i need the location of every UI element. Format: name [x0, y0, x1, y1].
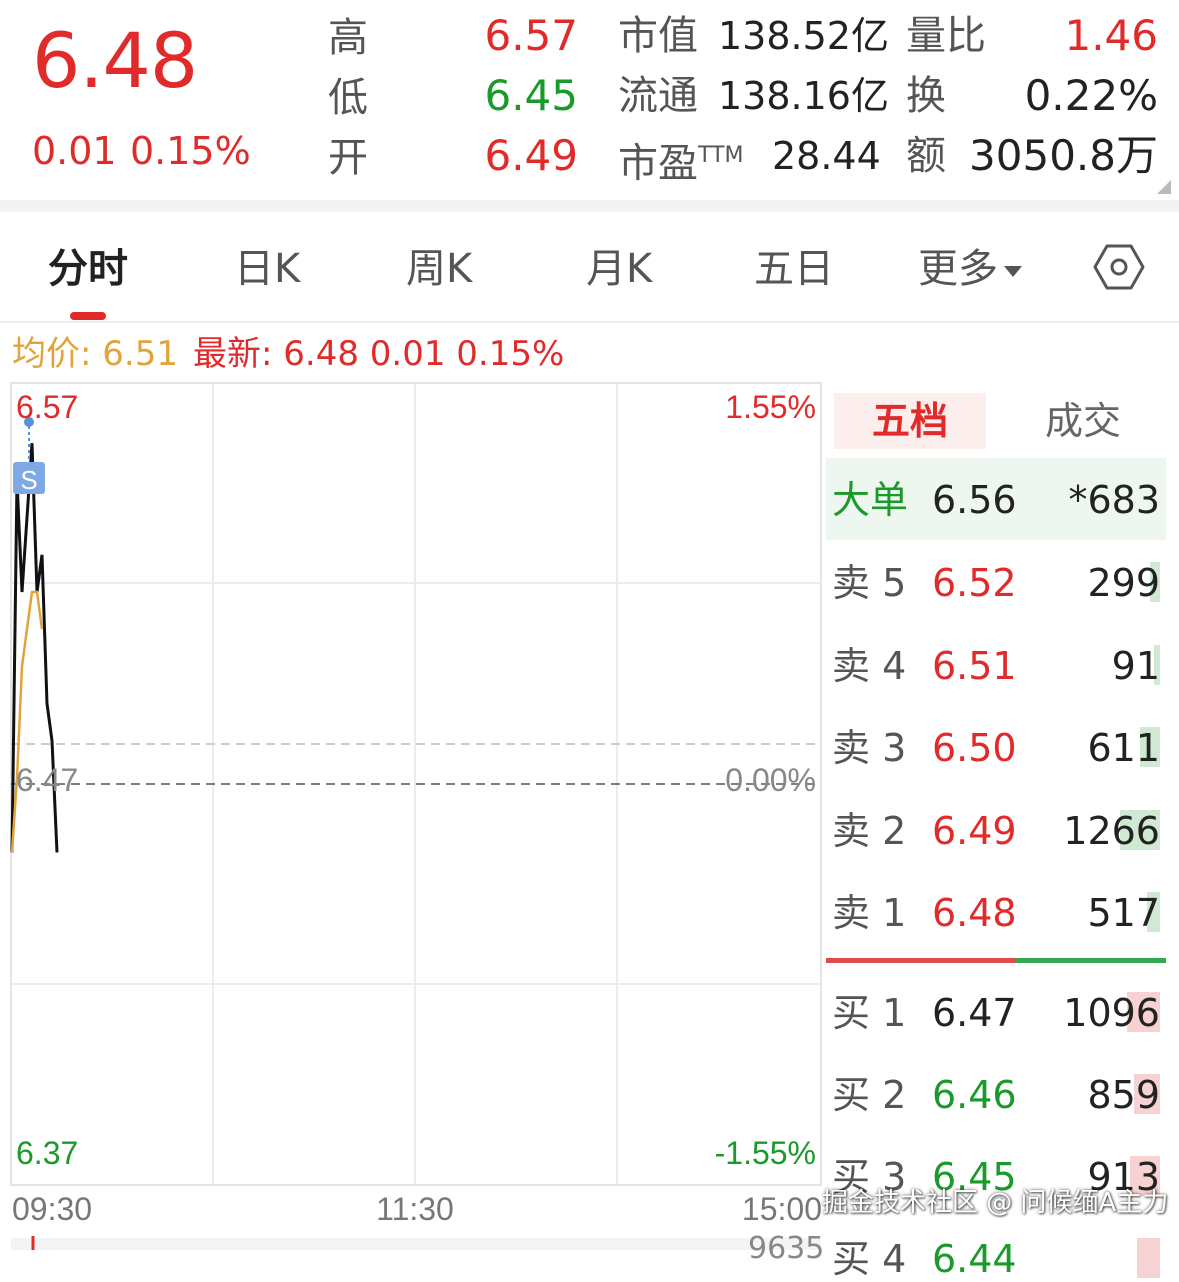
- tab-daily-k[interactable]: 日K: [234, 244, 300, 294]
- tabs-divider: [0, 321, 1179, 323]
- current-price: 6.48: [32, 16, 198, 105]
- bid-level-volume: 859: [1087, 1073, 1160, 1117]
- high-label: 高: [328, 15, 368, 61]
- open-value: 6.49: [484, 131, 578, 180]
- bid-level-price[interactable]: 6.44: [932, 1236, 1017, 1282]
- market-cap-label: 市值: [618, 13, 698, 59]
- ask-level-price[interactable]: 6.50: [932, 725, 1017, 771]
- ttm-superscript: TTM: [698, 143, 744, 168]
- bid-volume-bar: [1137, 1238, 1160, 1278]
- ask-level-label: 卖 1: [832, 891, 907, 935]
- latest-price-readout: 最新: 6.48 0.01 0.15%: [193, 334, 565, 374]
- tab-monthly-k[interactable]: 月K: [586, 244, 652, 294]
- market-cap-value: 138.52亿: [718, 14, 889, 58]
- ask-level-label: 卖 3: [832, 726, 907, 770]
- ask-level-price[interactable]: 6.48: [932, 890, 1017, 936]
- float-cap-label: 流通: [618, 73, 698, 119]
- y-right-tick-label: 1.55%: [725, 389, 816, 425]
- ask-level-volume: 1266: [1063, 808, 1160, 853]
- x-tick-label: 11:30: [376, 1191, 454, 1227]
- price-change-percent: 0.15%: [130, 129, 251, 173]
- ask-level-label: 卖 2: [832, 808, 907, 853]
- price-change: 0.01: [32, 129, 117, 173]
- ask-level-price[interactable]: 6.51: [932, 643, 1017, 689]
- ask-level-volume: 299: [1087, 561, 1160, 605]
- spread-divider-bid: [1016, 958, 1166, 963]
- open-label: 开: [328, 135, 368, 181]
- y-left-tick-label: 6.47: [16, 762, 78, 798]
- caret-down-icon: [1004, 265, 1022, 277]
- sell-signal-marker-label: S: [20, 465, 37, 495]
- high-value: 6.57: [484, 11, 578, 60]
- low-label: 低: [328, 75, 368, 121]
- low-value: 6.45: [484, 71, 578, 120]
- ask-level-volume: 611: [1087, 726, 1160, 770]
- average-price-readout: 均价: 6.51: [12, 334, 178, 374]
- ask-level-volume: 91: [1111, 643, 1160, 688]
- spread-divider-ask: [826, 958, 1016, 963]
- section-divider: [0, 200, 1179, 212]
- expand-corner-icon[interactable]: [1157, 180, 1171, 194]
- x-tick-label: 09:30: [12, 1191, 92, 1227]
- big-order-label: 大单: [832, 478, 909, 522]
- x-tick-label: 15:00: [742, 1191, 822, 1227]
- bid-level-label: 买 2: [832, 1073, 907, 1117]
- big-order-price: 6.56: [932, 478, 1017, 522]
- ask-level-price[interactable]: 6.52: [932, 560, 1017, 606]
- tab-trades[interactable]: 成交: [1010, 396, 1156, 446]
- tab-intraday[interactable]: 分时: [48, 244, 128, 294]
- ask-level-price[interactable]: 6.49: [932, 808, 1017, 854]
- hexagon-settings-icon[interactable]: [1092, 240, 1146, 294]
- float-cap-value: 138.16亿: [718, 74, 889, 118]
- tab-five-levels[interactable]: 五档: [834, 396, 986, 446]
- volume-ratio-value: 1.46: [1064, 11, 1158, 60]
- average-price-line: [10, 590, 44, 853]
- tab-more-label: 更多: [918, 246, 998, 292]
- bid-level-volume: 1096: [1063, 991, 1160, 1035]
- watermark: 掘金技术社区 @ 问候缅A主力: [822, 1188, 1169, 1218]
- bid-level-label: 买 1: [832, 991, 907, 1035]
- amount-label: 额: [906, 133, 946, 179]
- tab-five-day[interactable]: 五日: [754, 244, 834, 294]
- ask-level-label: 卖 4: [832, 643, 907, 688]
- amount-value: 3050.8万: [969, 131, 1158, 180]
- pe-value: 28.44: [772, 134, 881, 178]
- intraday-chart[interactable]: S 6.57 6.47 6.37 1.55% 0.00% -1.55% 09:3…: [0, 380, 824, 1250]
- active-tab-indicator: [70, 312, 106, 320]
- y-right-tick-label: -1.55%: [715, 1135, 816, 1171]
- chart-grid: [10, 382, 822, 1250]
- ask-level-label: 卖 5: [832, 561, 907, 605]
- pe-label-text: 市盈: [618, 140, 698, 187]
- big-order-volume: *683: [1068, 478, 1160, 522]
- turnover-label: 换: [906, 73, 946, 119]
- bid-level-label: 买 4: [832, 1237, 907, 1281]
- pe-label: 市盈TTM: [618, 132, 743, 187]
- volume-ratio-label: 量比: [906, 13, 986, 59]
- y-left-tick-label: 6.57: [16, 389, 78, 425]
- y-left-tick-label: 6.37: [16, 1135, 78, 1171]
- partial-row-number: 9635: [748, 1231, 825, 1266]
- ask-level-volume: 517: [1087, 891, 1160, 935]
- bid-level-price[interactable]: 6.47: [932, 990, 1017, 1036]
- tab-weekly-k[interactable]: 周K: [406, 244, 472, 294]
- tab-more[interactable]: 更多: [918, 244, 1022, 294]
- turnover-value: 0.22%: [1024, 71, 1158, 120]
- y-right-tick-label: 0.00%: [725, 762, 816, 798]
- bid-level-price[interactable]: 6.46: [932, 1072, 1017, 1118]
